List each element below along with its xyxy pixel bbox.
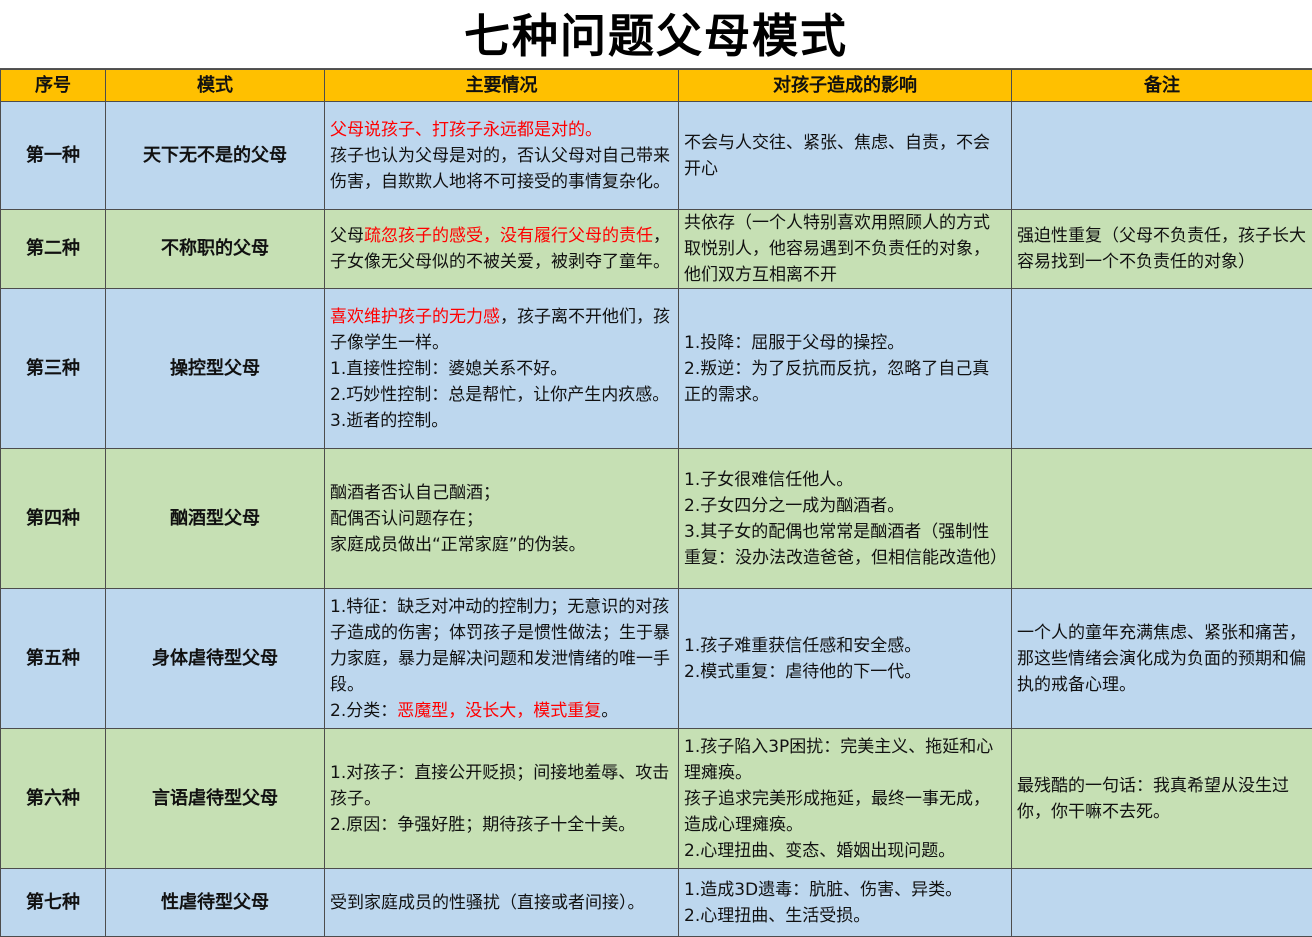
impact-line: 1.子女很难信任他人。 [684, 469, 854, 490]
row-situation: 父母疏忽孩子的感受，没有履行父母的责任，子女像无父母似的不被关爱，被剥夺了童年。 [324, 209, 679, 289]
situation-highlight: 恶魔型，没长大，模式重复 [397, 700, 602, 721]
impact-line: 3.其子女的配偶也常常是酗酒者（强制性重复：没办法改造爸爸，但相信能改造他） [684, 521, 1007, 568]
impact-line: 2.叛逆：为了反抗而反抗，忽略了自己真正的需求。 [684, 358, 990, 405]
row-note: 一个人的童年充满焦虑、紧张和痛苦，那这些情绪会演化成为负面的预期和偏执的戒备心理… [1011, 588, 1312, 729]
situation-line: 酗酒者否认自己酗酒； [330, 482, 500, 503]
situation-line: 家庭成员做出“正常家庭”的伪装。 [330, 534, 586, 555]
row-impact: 1.子女很难信任他人。 2.子女四分之一成为酗酒者。 3.其子女的配偶也常常是酗… [678, 448, 1012, 589]
table-row: 第五种 身体虐待型父母 1.特征：缺乏对冲动的控制力；无意识的对孩子造成的伤害；… [0, 588, 1312, 729]
row-note [1011, 288, 1312, 449]
row-situation: 酗酒者否认自己酗酒； 配偶否认问题存在； 家庭成员做出“正常家庭”的伪装。 [324, 448, 679, 589]
header-num: 序号 [0, 69, 106, 102]
situation-prefix: 父母 [330, 226, 364, 246]
impact-line: 2.子女四分之一成为酗酒者。 [684, 495, 905, 516]
header-mode: 模式 [105, 69, 325, 102]
situation-line: 1.特征：缺乏对冲动的控制力；无意识的对孩子造成的伤害；体罚孩子是惯性做法；生于… [330, 596, 670, 695]
row-situation: 1.特征：缺乏对冲动的控制力；无意识的对孩子造成的伤害；体罚孩子是惯性做法；生于… [324, 588, 679, 729]
situation-suffix: 。 [601, 700, 619, 721]
row-note: 最残酷的一句话：我真希望从没生过你，你干嘛不去死。 [1011, 728, 1312, 869]
row-situation: 喜欢维护孩子的无力感，孩子离不开他们，孩子像学生一样。 1.直接性控制：婆媳关系… [324, 288, 679, 449]
situation-line: 配偶否认问题存在； [330, 508, 483, 529]
table-row: 第三种 操控型父母 喜欢维护孩子的无力感，孩子离不开他们，孩子像学生一样。 1.… [0, 288, 1312, 449]
row-num: 第四种 [0, 448, 106, 589]
row-note [1011, 868, 1312, 937]
table-row: 第一种 天下无不是的父母 父母说孩子、打孩子永远都是对的。 孩子也认为父母是对的… [0, 101, 1312, 210]
row-note: 强迫性重复（父母不负责任，孩子长大容易找到一个不负责任的对象） [1011, 209, 1312, 289]
row-impact: 1.孩子难重获信任感和安全感。 2.模式重复：虐待他的下一代。 [678, 588, 1012, 729]
impact-line: 孩子追求完美形成拖延，最终一事无成，造成心理瘫痪。 [684, 788, 990, 835]
table-row: 第四种 酗酒型父母 酗酒者否认自己酗酒； 配偶否认问题存在； 家庭成员做出“正常… [0, 448, 1312, 589]
row-situation: 父母说孩子、打孩子永远都是对的。 孩子也认为父母是对的，否认父母对自己带来伤害，… [324, 101, 679, 210]
row-num: 第五种 [0, 588, 106, 729]
row-mode: 天下无不是的父母 [105, 101, 325, 210]
row-num: 第二种 [0, 209, 106, 289]
row-situation: 1.对孩子：直接公开贬损；间接地羞辱、攻击孩子。 2.原因：争强好胜；期待孩子十… [324, 728, 679, 869]
table-row: 第二种 不称职的父母 父母疏忽孩子的感受，没有履行父母的责任，子女像无父母似的不… [0, 209, 1312, 289]
row-mode: 性虐待型父母 [105, 868, 325, 937]
situation-line: 1.直接性控制：婆媳关系不好。 [330, 358, 568, 379]
row-impact: 1.造成3D遗毒：肮脏、伤害、异类。 2.心理扭曲、生活受损。 [678, 868, 1012, 937]
impact-line: 1.投降：屈服于父母的操控。 [684, 332, 905, 353]
row-mode: 操控型父母 [105, 288, 325, 449]
header-impact: 对孩子造成的影响 [678, 69, 1012, 102]
row-mode: 身体虐待型父母 [105, 588, 325, 729]
impact-line: 2.心理扭曲、生活受损。 [684, 905, 871, 926]
table-row: 第六种 言语虐待型父母 1.对孩子：直接公开贬损；间接地羞辱、攻击孩子。 2.原… [0, 728, 1312, 869]
row-note [1011, 448, 1312, 589]
row-impact: 共依存（一个人特别喜欢用照顾人的方式取悦别人，他容易遇到不负责任的对象，他们双方… [678, 209, 1012, 289]
situation-line: 3.逝者的控制。 [330, 410, 449, 431]
row-mode: 酗酒型父母 [105, 448, 325, 589]
parent-modes-table: 序号 模式 主要情况 对孩子造成的影响 备注 第一种 天下无不是的父母 父母说孩… [0, 69, 1312, 937]
row-mode: 言语虐待型父母 [105, 728, 325, 869]
row-num: 第三种 [0, 288, 106, 449]
situation-text: 孩子也认为父母是对的，否认父母对自己带来伤害，自欺欺人地将不可接受的事情复杂化。 [330, 145, 670, 192]
situation-highlight: 喜欢维护孩子的无力感 [330, 306, 500, 327]
situation-line: 1.对孩子：直接公开贬损；间接地羞辱、攻击孩子。 [330, 762, 670, 809]
row-num: 第七种 [0, 868, 106, 937]
row-note [1011, 101, 1312, 210]
row-num: 第六种 [0, 728, 106, 869]
impact-line: 1.孩子陷入3P困扰：完美主义、拖延和心理瘫痪。 [684, 736, 994, 783]
situation-prefix: 2.分类： [330, 700, 398, 721]
header-situation: 主要情况 [324, 69, 679, 102]
impact-line: 1.造成3D遗毒：肮脏、伤害、异类。 [684, 879, 963, 900]
row-impact: 1.孩子陷入3P困扰：完美主义、拖延和心理瘫痪。 孩子追求完美形成拖延，最终一事… [678, 728, 1012, 869]
impact-line: 1.孩子难重获信任感和安全感。 [684, 635, 922, 656]
row-impact: 1.投降：屈服于父母的操控。 2.叛逆：为了反抗而反抗，忽略了自己真正的需求。 [678, 288, 1012, 449]
page-title: 七种问题父母模式 [0, 0, 1312, 69]
row-impact: 不会与人交往、紧张、焦虑、自责，不会开心 [678, 101, 1012, 210]
impact-line: 2.心理扭曲、变态、婚姻出现问题。 [684, 840, 956, 861]
header-row: 序号 模式 主要情况 对孩子造成的影响 备注 [0, 69, 1312, 102]
situation-line: 2.原因：争强好胜；期待孩子十全十美。 [330, 814, 636, 835]
impact-line: 2.模式重复：虐待他的下一代。 [684, 661, 922, 682]
row-situation: 受到家庭成员的性骚扰（直接或者间接）。 [324, 868, 679, 937]
row-mode: 不称职的父母 [105, 209, 325, 289]
table-row: 第七种 性虐待型父母 受到家庭成员的性骚扰（直接或者间接）。 1.造成3D遗毒：… [0, 868, 1312, 937]
header-note: 备注 [1011, 69, 1312, 102]
situation-line: 2.巧妙性控制：总是帮忙，让你产生内疚感。 [330, 384, 670, 405]
situation-highlight: 父母说孩子、打孩子永远都是对的。 [330, 119, 602, 140]
situation-highlight: 疏忽孩子的感受，没有履行父母的责任 [364, 226, 653, 246]
row-num: 第一种 [0, 101, 106, 210]
